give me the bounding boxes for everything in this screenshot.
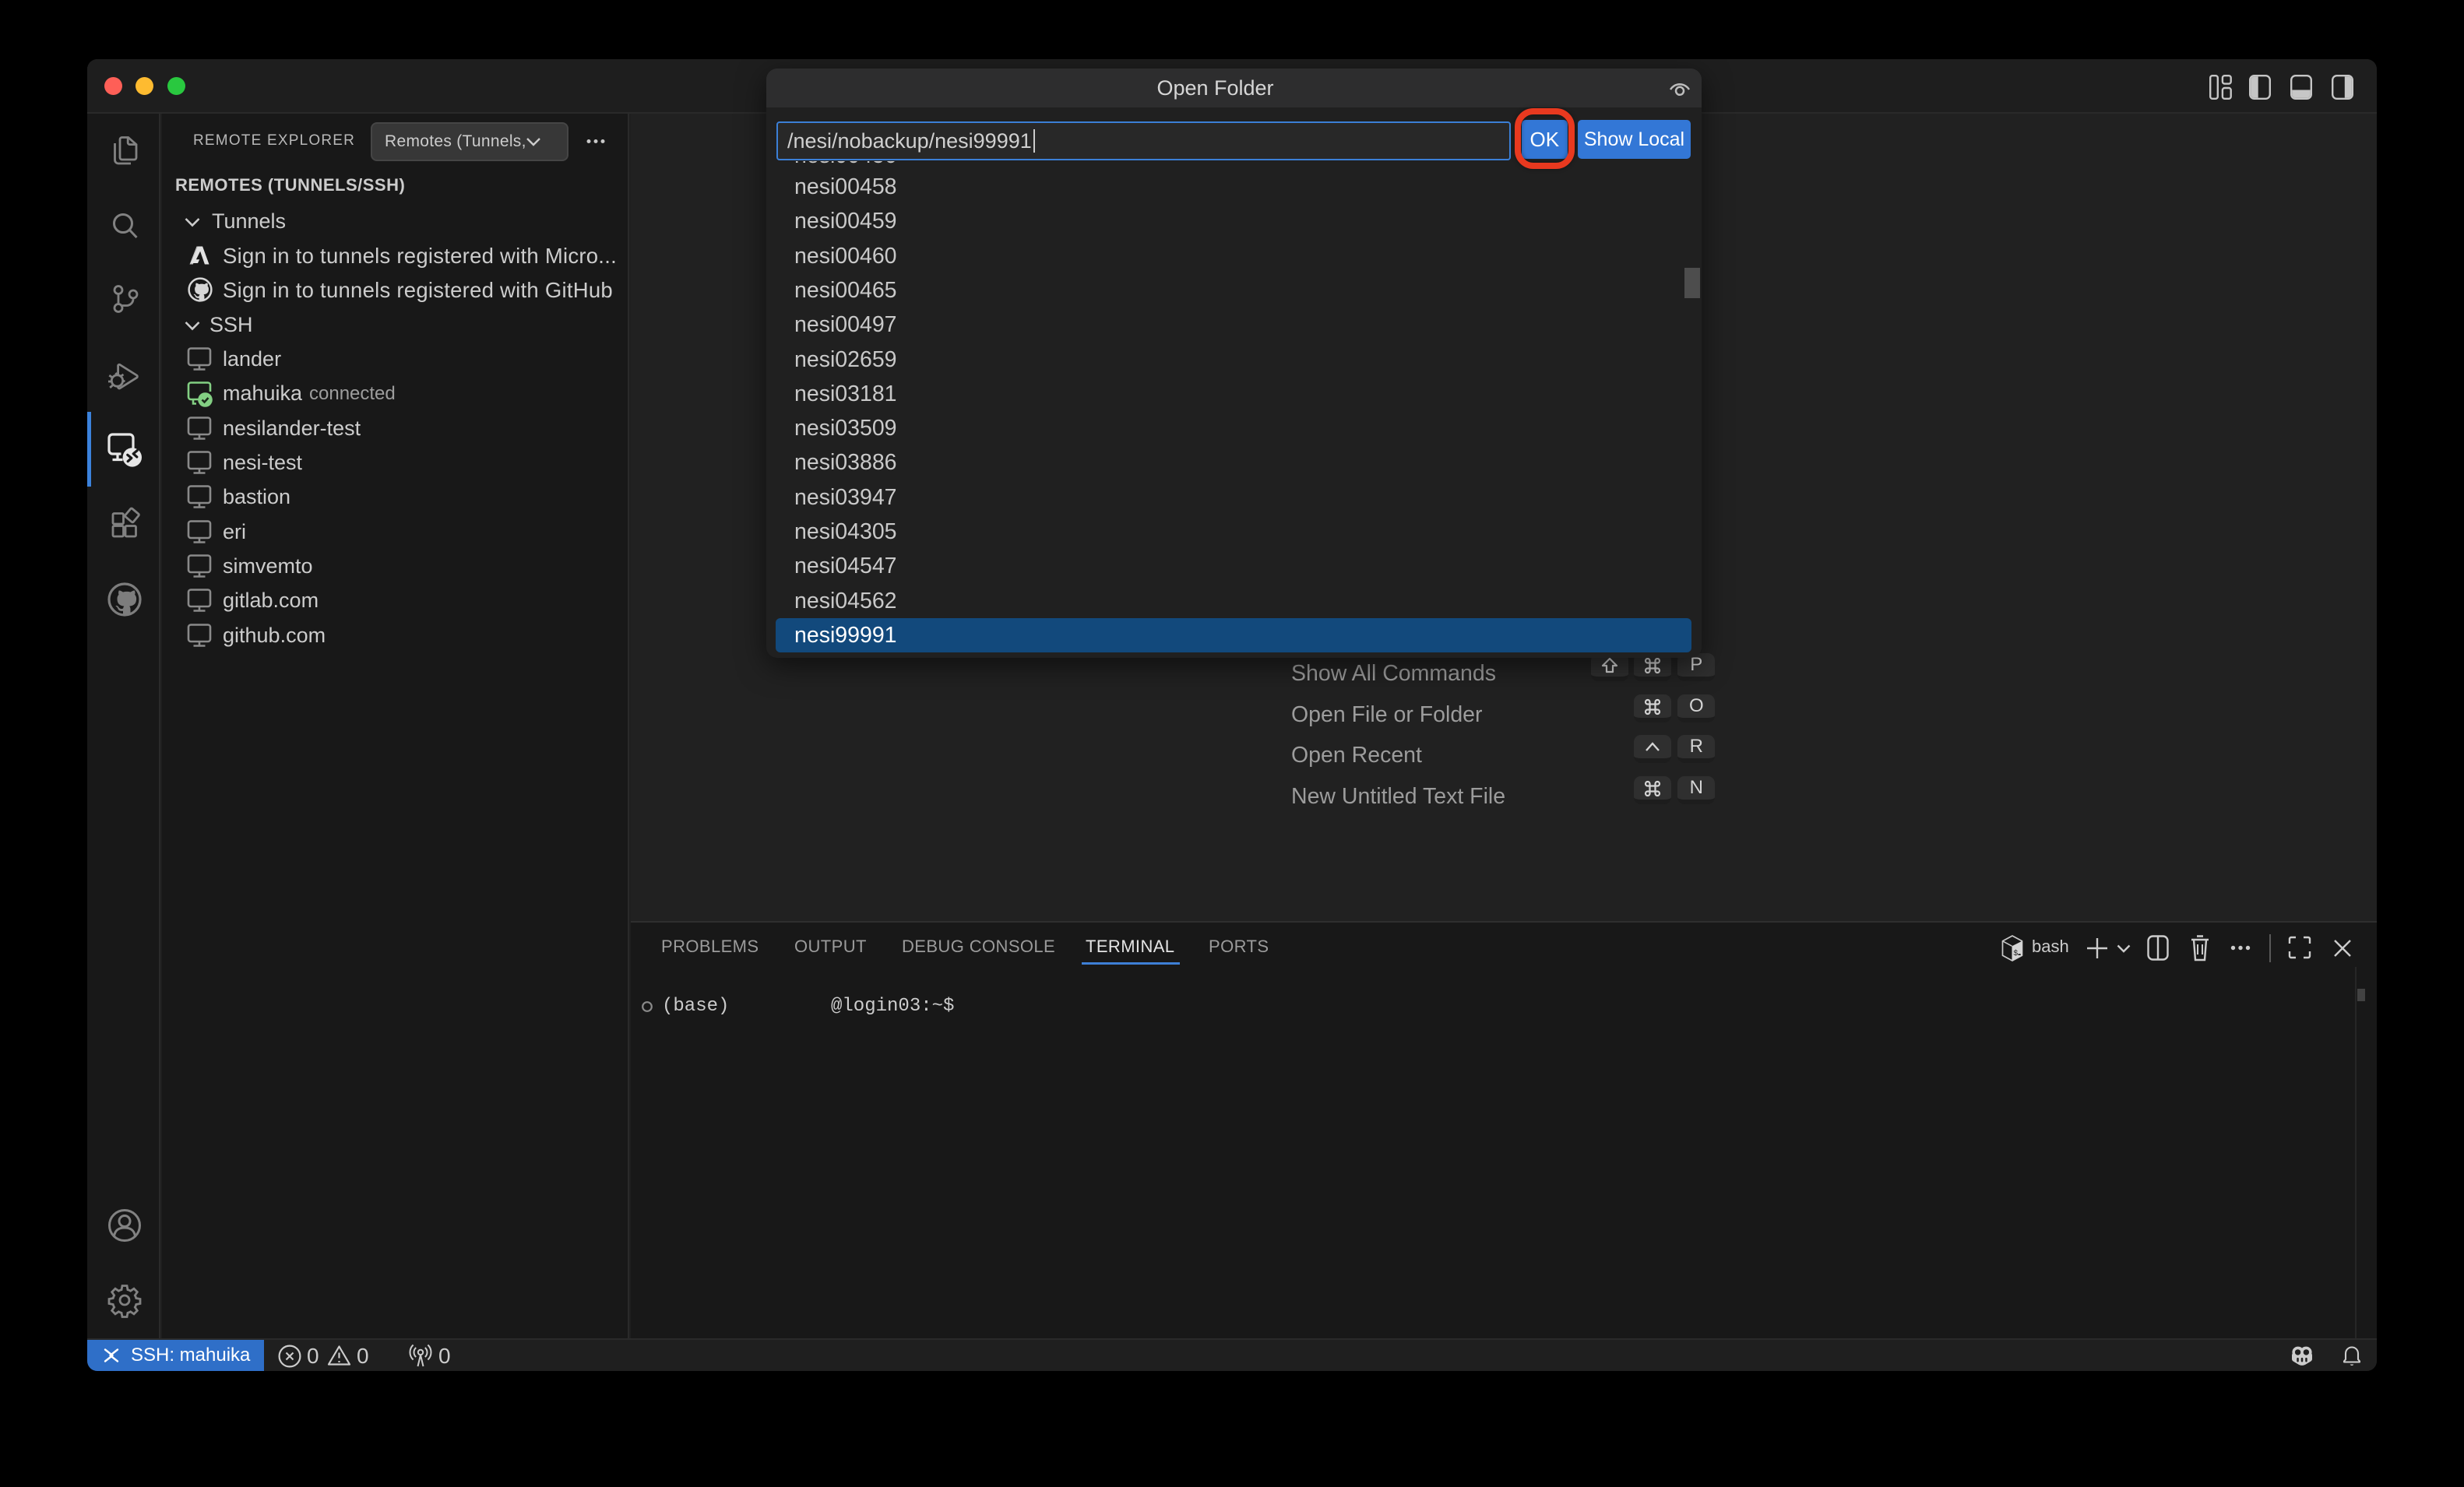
svg-text:$: $ (2013, 949, 2018, 958)
